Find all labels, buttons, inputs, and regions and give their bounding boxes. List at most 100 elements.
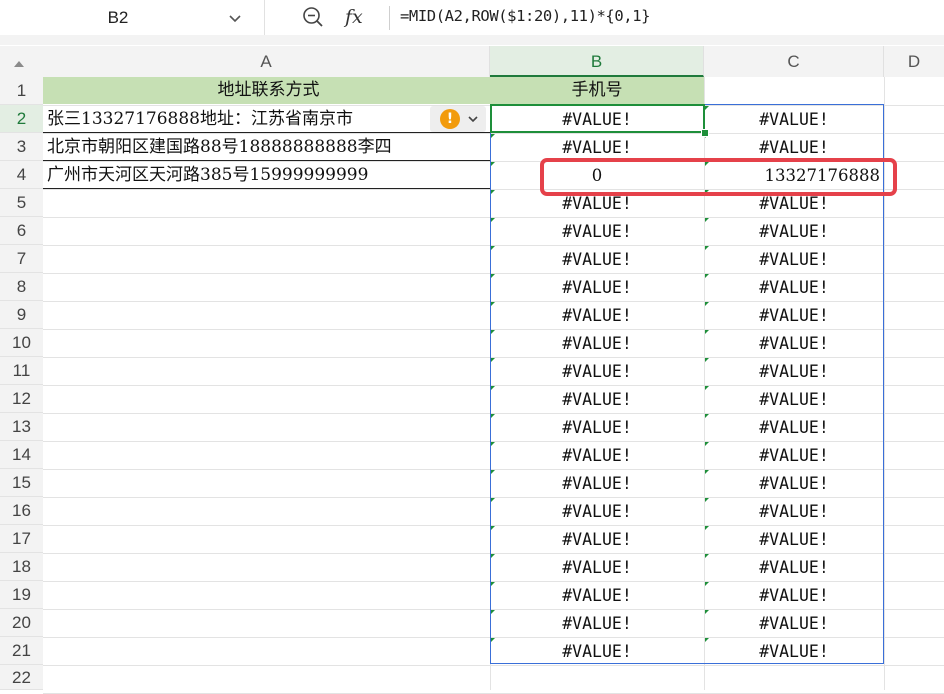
chevron-down-icon[interactable] bbox=[226, 9, 244, 27]
cell-c11[interactable]: #VALUE! bbox=[704, 358, 884, 385]
cell-c6[interactable]: #VALUE! bbox=[704, 218, 884, 245]
cell-b8[interactable]: #VALUE! bbox=[490, 274, 704, 301]
error-indicator-icon bbox=[705, 442, 709, 446]
row-header-4[interactable]: 4 bbox=[0, 161, 43, 189]
row-header-8[interactable]: 8 bbox=[0, 273, 43, 301]
cell-b18[interactable]: #VALUE! bbox=[490, 554, 704, 581]
column-header-c[interactable]: C bbox=[704, 46, 884, 77]
error-indicator-icon bbox=[705, 470, 709, 474]
cell-b12[interactable]: #VALUE! bbox=[490, 386, 704, 413]
zoom-out-icon[interactable] bbox=[300, 4, 326, 30]
fx-icon[interactable]: fx bbox=[345, 2, 375, 32]
divider bbox=[389, 6, 390, 30]
error-indicator-icon bbox=[705, 498, 709, 502]
cell-c12[interactable]: #VALUE! bbox=[704, 386, 884, 413]
cell-b9[interactable]: #VALUE! bbox=[490, 302, 704, 329]
error-indicator-icon bbox=[491, 330, 495, 334]
formula-bar: B2 fx =MID(A2,ROW($1:20),11)*{0,1} bbox=[0, 0, 944, 36]
cell-a4[interactable]: 广州市天河区天河路385号15999999999 bbox=[43, 161, 490, 189]
row-header-13[interactable]: 13 bbox=[0, 413, 43, 441]
cell-b10[interactable]: #VALUE! bbox=[490, 330, 704, 357]
cell-c15[interactable]: #VALUE! bbox=[704, 470, 884, 497]
active-cell-b2[interactable] bbox=[490, 104, 705, 133]
cell-c3[interactable]: #VALUE! bbox=[704, 134, 884, 161]
error-indicator-icon bbox=[491, 162, 495, 166]
cell-a2[interactable]: 张三13327176888地址：江苏省南京市 bbox=[43, 105, 490, 133]
cell-c13[interactable]: #VALUE! bbox=[704, 414, 884, 441]
cell-c21[interactable]: #VALUE! bbox=[704, 638, 884, 665]
cell-c8[interactable]: #VALUE! bbox=[704, 274, 884, 301]
cell-b21[interactable]: #VALUE! bbox=[490, 638, 704, 665]
select-all-icon[interactable] bbox=[14, 61, 24, 67]
fill-handle[interactable] bbox=[701, 129, 709, 137]
cell-b11[interactable]: #VALUE! bbox=[490, 358, 704, 385]
row-header-16[interactable]: 16 bbox=[0, 497, 43, 525]
column-header-d[interactable]: D bbox=[884, 46, 944, 77]
row-header-1[interactable]: 1 bbox=[0, 77, 43, 105]
column-header-b[interactable]: B bbox=[490, 46, 704, 77]
row-header-14[interactable]: 14 bbox=[0, 441, 43, 469]
cell-b20[interactable]: #VALUE! bbox=[490, 610, 704, 637]
row-header-17[interactable]: 17 bbox=[0, 525, 43, 553]
cell-b13[interactable]: #VALUE! bbox=[490, 414, 704, 441]
error-indicator-icon bbox=[705, 330, 709, 334]
row-header-10[interactable]: 10 bbox=[0, 329, 43, 357]
error-indicator-icon bbox=[705, 414, 709, 418]
cell-c19[interactable]: #VALUE! bbox=[704, 582, 884, 609]
row-header-3[interactable]: 3 bbox=[0, 133, 43, 161]
cell-c18[interactable]: #VALUE! bbox=[704, 554, 884, 581]
row-header-2[interactable]: 2 bbox=[0, 105, 43, 133]
cell-c14[interactable]: #VALUE! bbox=[704, 442, 884, 469]
row-header-7[interactable]: 7 bbox=[0, 245, 43, 273]
column-header-a[interactable]: A bbox=[43, 46, 490, 77]
formula-input[interactable]: =MID(A2,ROW($1:20),11)*{0,1} bbox=[400, 0, 650, 32]
row-header-21[interactable]: 21 bbox=[0, 637, 43, 665]
cell-c2[interactable]: #VALUE! bbox=[704, 106, 884, 133]
name-box[interactable]: B2 bbox=[0, 0, 256, 35]
cell-b6[interactable]: #VALUE! bbox=[490, 218, 704, 245]
error-indicator-icon bbox=[491, 610, 495, 614]
cell-b15[interactable]: #VALUE! bbox=[490, 470, 704, 497]
cell-b16[interactable]: #VALUE! bbox=[490, 498, 704, 525]
row-header-22[interactable]: 22 bbox=[0, 665, 43, 690]
row-header-18[interactable]: 18 bbox=[0, 553, 43, 581]
error-indicator-icon bbox=[491, 582, 495, 586]
error-indicator-icon bbox=[491, 190, 495, 194]
cell-b19[interactable]: #VALUE! bbox=[490, 582, 704, 609]
name-box-value[interactable]: B2 bbox=[0, 0, 236, 35]
cell-a1[interactable]: 地址联系方式 bbox=[43, 77, 490, 104]
row-header-11[interactable]: 11 bbox=[0, 357, 43, 385]
cell-c10[interactable]: #VALUE! bbox=[704, 330, 884, 357]
cell-c16[interactable]: #VALUE! bbox=[704, 498, 884, 525]
cell-b14[interactable]: #VALUE! bbox=[490, 442, 704, 469]
cell-c20[interactable]: #VALUE! bbox=[704, 610, 884, 637]
cell-b17[interactable]: #VALUE! bbox=[490, 526, 704, 553]
cell-b3[interactable]: #VALUE! bbox=[490, 134, 704, 161]
row-header-6[interactable]: 6 bbox=[0, 217, 43, 245]
error-warning-button[interactable]: ! bbox=[430, 106, 486, 132]
warning-icon[interactable]: ! bbox=[440, 109, 460, 129]
row-header-15[interactable]: 15 bbox=[0, 469, 43, 497]
cell-b1[interactable]: 手机号 bbox=[490, 77, 704, 104]
error-indicator-icon bbox=[491, 638, 495, 642]
row-header-5[interactable]: 5 bbox=[0, 189, 43, 217]
gridline-row bbox=[43, 665, 944, 666]
cell-c9[interactable]: #VALUE! bbox=[704, 302, 884, 329]
error-indicator-icon bbox=[705, 358, 709, 362]
row-header-20[interactable]: 20 bbox=[0, 609, 43, 637]
error-indicator-icon bbox=[705, 302, 709, 306]
cell-a3[interactable]: 北京市朝阳区建国路88号18888888888李四 bbox=[43, 133, 490, 161]
select-all-corner[interactable] bbox=[0, 46, 43, 77]
cell-c7[interactable]: #VALUE! bbox=[704, 246, 884, 273]
cell-b7[interactable]: #VALUE! bbox=[490, 246, 704, 273]
chevron-down-icon[interactable] bbox=[466, 112, 480, 126]
error-indicator-icon bbox=[491, 470, 495, 474]
error-indicator-icon bbox=[705, 246, 709, 250]
row-header-12[interactable]: 12 bbox=[0, 385, 43, 413]
row-header-19[interactable]: 19 bbox=[0, 581, 43, 609]
error-indicator-icon bbox=[491, 526, 495, 530]
cell-c17[interactable]: #VALUE! bbox=[704, 526, 884, 553]
error-indicator-icon bbox=[705, 218, 709, 222]
row-header-9[interactable]: 9 bbox=[0, 301, 43, 329]
error-indicator-icon bbox=[491, 498, 495, 502]
